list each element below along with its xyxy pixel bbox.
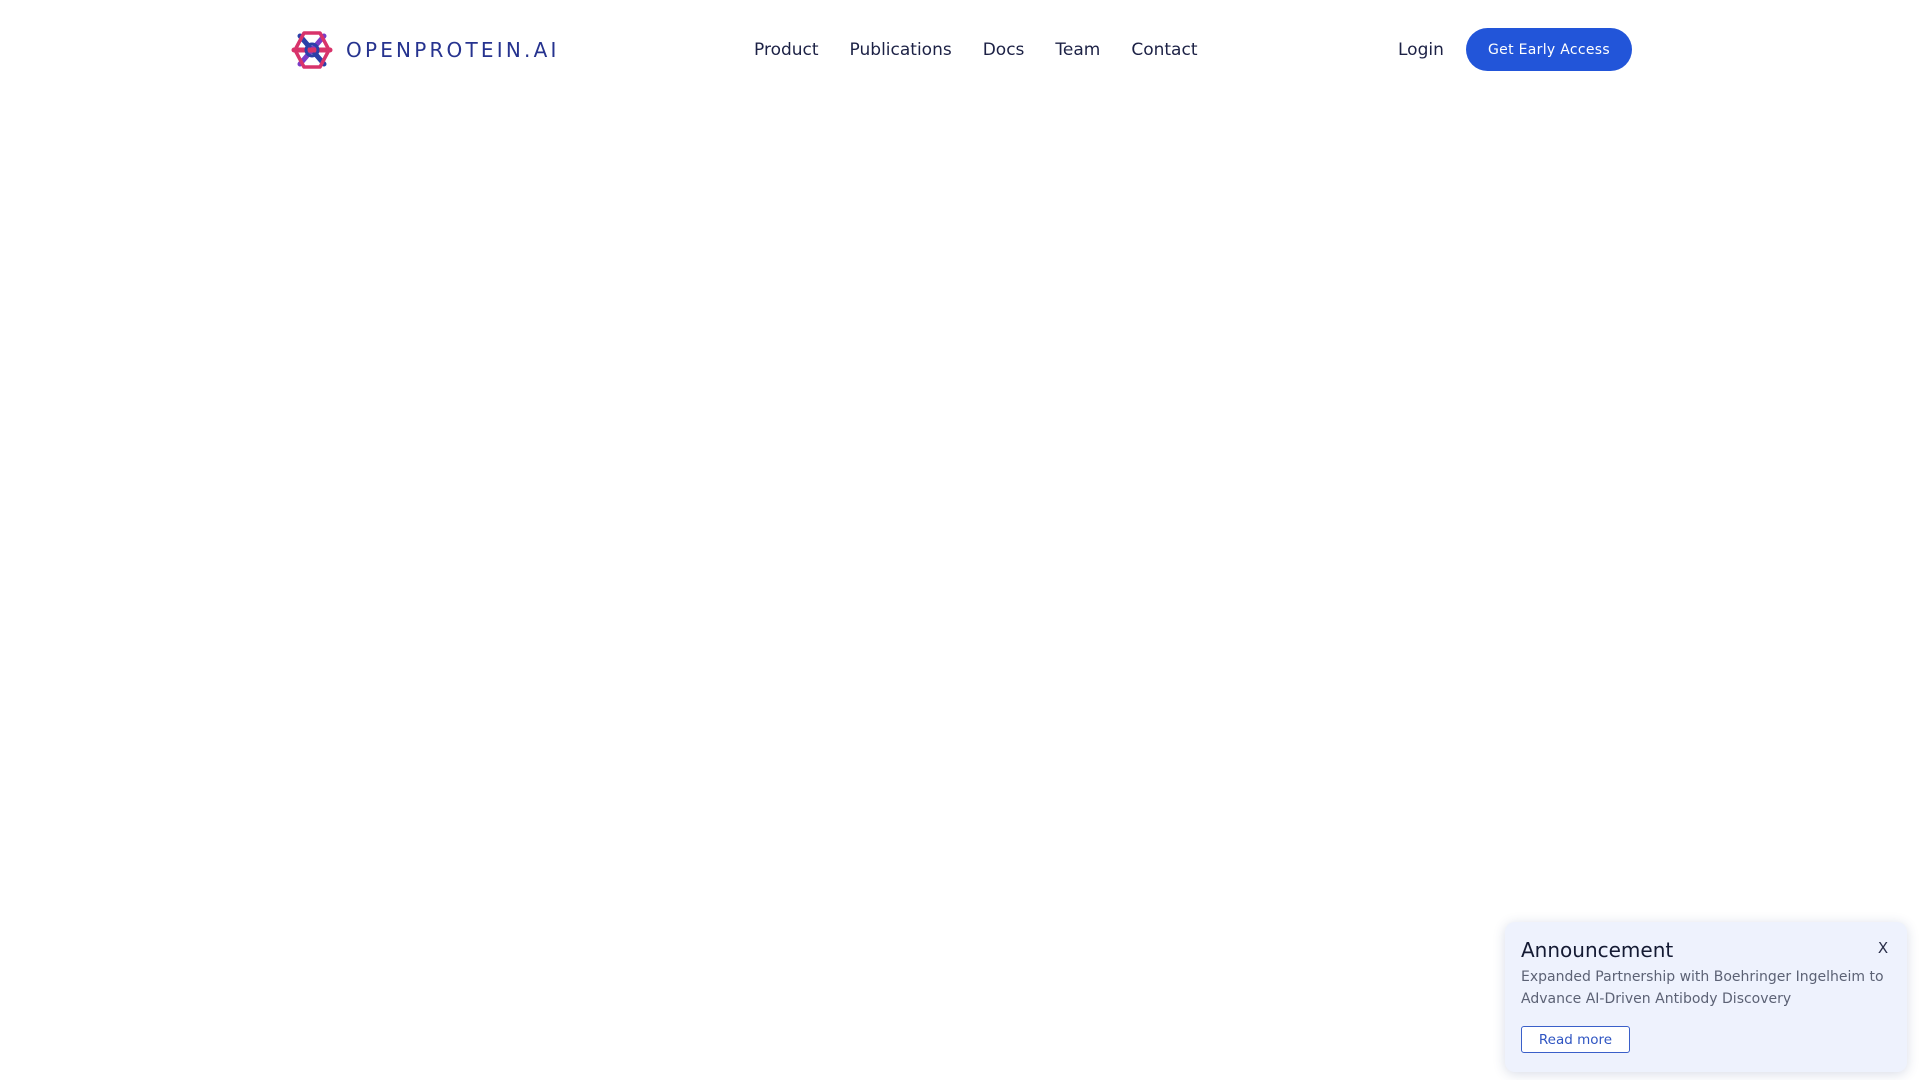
site-header: OPENPROTEIN.AI Product Publications Docs… [0,0,1920,100]
page: OPENPROTEIN.AI Product Publications Docs… [0,0,1920,1080]
close-announcement-button[interactable]: X [1873,938,1893,958]
nav-item-product[interactable]: Product [754,40,819,60]
main-nav: Product Publications Docs Team Contact [754,36,1197,64]
nav-item-team[interactable]: Team [1055,40,1100,60]
get-early-access-button[interactable]: Get Early Access [1466,28,1632,71]
nav-item-docs[interactable]: Docs [983,40,1025,60]
read-more-button[interactable]: Read more [1521,1026,1630,1053]
nav-item-publications[interactable]: Publications [850,40,952,60]
brand-name: OPENPROTEIN.AI [346,38,560,62]
login-link[interactable]: Login [1398,36,1444,64]
announcement-title: Announcement [1521,938,1674,962]
brand-logo-link[interactable]: OPENPROTEIN.AI [290,28,560,72]
announcement-text: Expanded Partnership with Boehringer Ing… [1521,969,1884,1007]
protein-knot-icon [291,31,333,69]
announcement-card: Announcement X Expanded Partnership with… [1505,922,1907,1072]
nav-item-contact[interactable]: Contact [1131,40,1197,60]
